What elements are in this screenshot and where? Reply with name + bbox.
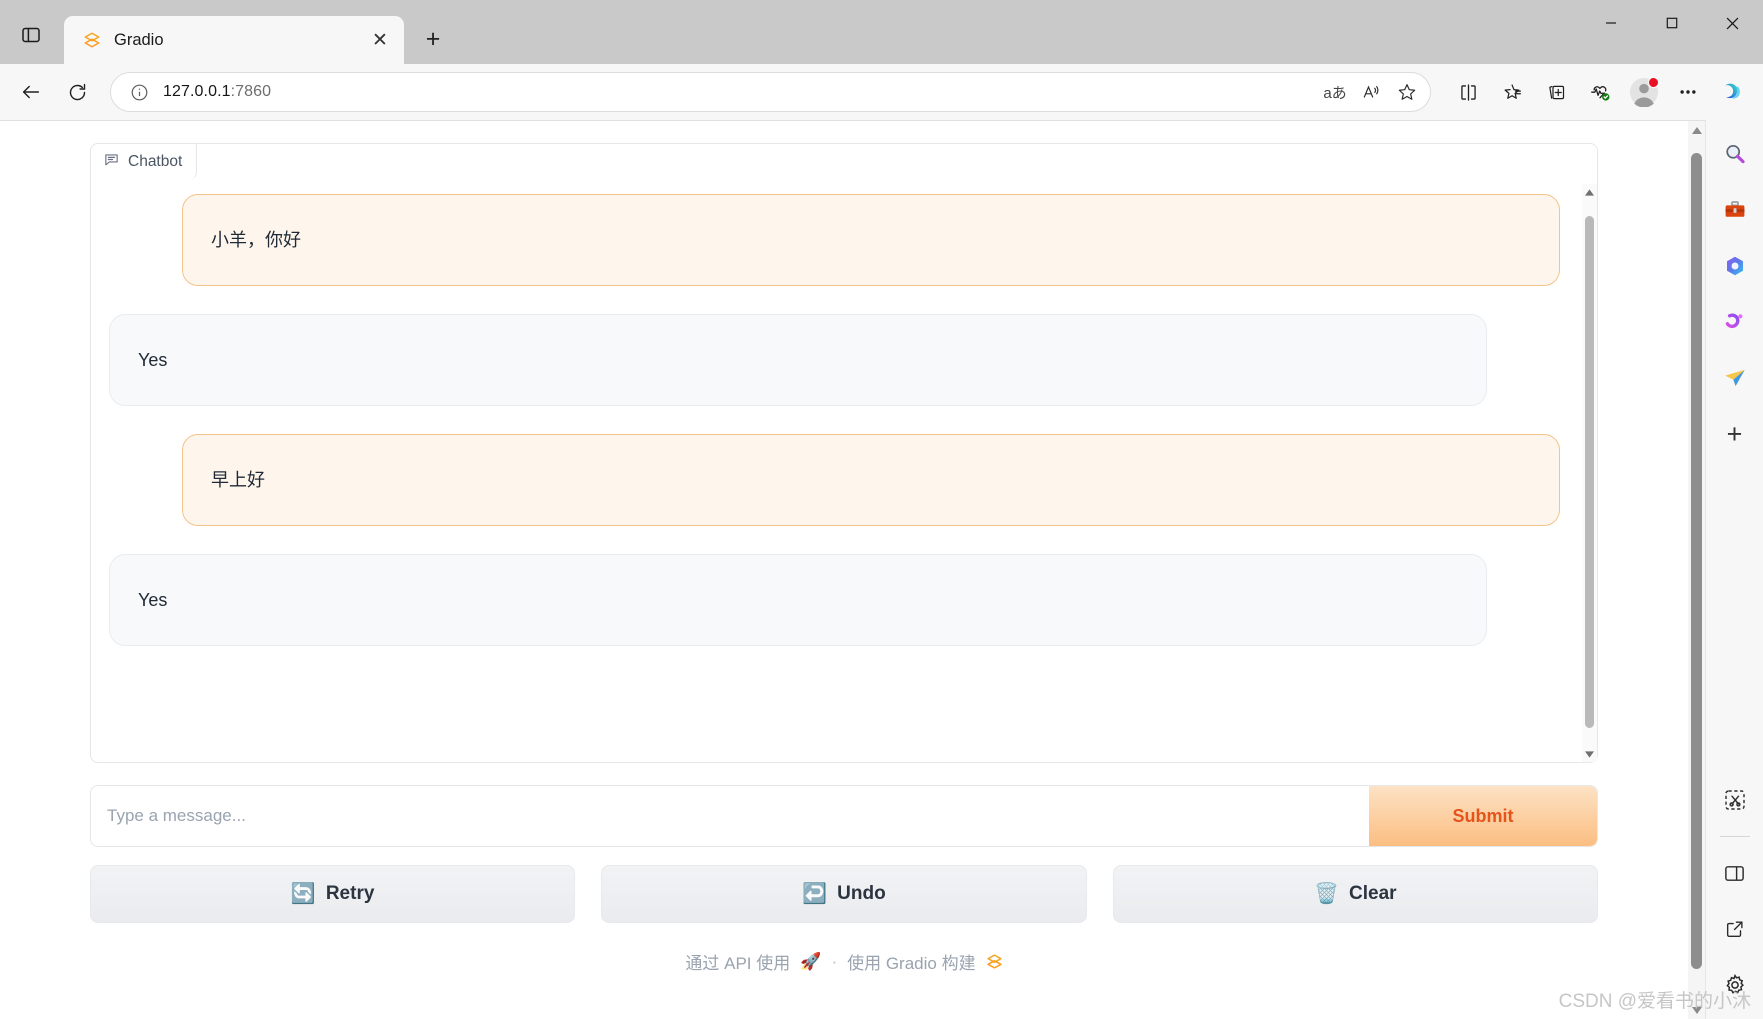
chat-message-row: 早上好	[109, 434, 1560, 526]
rail-divider	[1719, 836, 1750, 837]
edge-sidebar-rail: +	[1705, 120, 1763, 1019]
favorites-list-icon[interactable]	[1491, 71, 1533, 113]
retry-button[interactable]: 🔄 Retry	[90, 865, 576, 923]
rail-add-icon[interactable]: +	[1715, 414, 1755, 454]
window-minimize-button[interactable]	[1580, 0, 1641, 46]
chat-message-row: Yes	[109, 554, 1560, 646]
chatbot-scroll-up-arrow[interactable]	[1582, 184, 1597, 200]
browser-window: Gradio ✕ + 127.0.0.1:7860 aあ Chatbot 小羊，…	[0, 0, 1763, 1019]
chat-action-buttons: 🔄 Retry ↩️ Undo 🗑️ Clear	[90, 865, 1598, 923]
gradio-footer: 通过 API 使用 🚀 · 使用 Gradio 构建	[90, 949, 1598, 974]
profile-avatar[interactable]	[1623, 71, 1665, 113]
gradio-logo-icon	[986, 952, 1003, 972]
retry-button-label: Retry	[325, 883, 375, 904]
chatbot-scroll-down-arrow[interactable]	[1582, 746, 1597, 762]
tab-title: Gradio	[114, 30, 164, 49]
chatbot-label-text: Chatbot	[128, 153, 183, 170]
chat-message-list: 小羊，你好 Yes 早上好 Yes	[91, 184, 1582, 762]
read-aloud-icon[interactable]	[1354, 75, 1388, 109]
undo-button[interactable]: ↩️ Undo	[601, 865, 1087, 923]
rail-tools-icon[interactable]	[1715, 190, 1755, 230]
tab-strip: Gradio ✕ +	[0, 0, 1763, 64]
collections-icon[interactable]	[1535, 71, 1577, 113]
page-scrollbar[interactable]	[1688, 120, 1705, 1019]
browser-navigation-bar: 127.0.0.1:7860 aあ	[0, 64, 1763, 120]
chatbot-scrollbar[interactable]	[1582, 184, 1597, 762]
browser-tab-gradio[interactable]: Gradio ✕	[64, 16, 404, 64]
rail-games-icon[interactable]	[1715, 302, 1755, 342]
back-arrow-icon[interactable]	[10, 71, 52, 113]
page-scroll-up-arrow[interactable]	[1688, 121, 1705, 139]
address-bar-url[interactable]: 127.0.0.1:7860	[153, 83, 1318, 101]
rail-sidebar-toggle-icon[interactable]	[1715, 853, 1755, 893]
favorite-star-icon[interactable]	[1390, 75, 1424, 109]
split-screen-icon[interactable]	[1447, 71, 1489, 113]
page-area: Chatbot 小羊，你好 Yes 早上好 Yes Type a message…	[0, 120, 1763, 1019]
chatbot-panel: Chatbot 小羊，你好 Yes 早上好 Yes	[90, 143, 1598, 763]
chat-bubble-bot: Yes	[109, 314, 1487, 406]
new-tab-button[interactable]: +	[414, 20, 452, 58]
message-input[interactable]	[91, 786, 1369, 846]
tab-close-icon[interactable]: ✕	[366, 26, 394, 54]
undo-button-label: Undo	[837, 883, 886, 904]
use-via-api-link[interactable]: 通过 API 使用	[685, 949, 790, 974]
window-close-button[interactable]	[1702, 0, 1763, 46]
chat-bubble-icon	[103, 151, 120, 173]
page-scroll-thumb[interactable]	[1691, 153, 1702, 969]
url-host: 127.0.0.1	[163, 83, 231, 100]
page-scroll-track[interactable]	[1688, 139, 1705, 1001]
submit-button[interactable]: Submit	[1369, 786, 1597, 846]
clear-button[interactable]: 🗑️ Clear	[1112, 865, 1598, 923]
rail-settings-icon[interactable]	[1715, 965, 1755, 1005]
window-maximize-button[interactable]	[1641, 0, 1702, 46]
address-bar-actions: aあ	[1318, 75, 1424, 109]
undo-icon: ↩️	[802, 883, 828, 905]
chat-bubble-bot: Yes	[109, 554, 1487, 646]
built-with-gradio-link[interactable]: 使用 Gradio 构建	[847, 949, 975, 974]
chatbot-scroll-track[interactable]	[1582, 200, 1597, 746]
chat-bubble-user: 小羊，你好	[182, 194, 1560, 286]
browser-toolbar-right	[1443, 71, 1753, 113]
rail-search-icon[interactable]	[1715, 134, 1755, 174]
chat-message-row: 小羊，你好	[109, 194, 1560, 286]
gradio-app: Chatbot 小羊，你好 Yes 早上好 Yes Type a message…	[0, 121, 1688, 1019]
profile-notification-dot	[1648, 77, 1659, 88]
tab-sidebar-icon[interactable]	[8, 12, 54, 58]
browser-essentials-icon[interactable]	[1579, 71, 1621, 113]
window-controls	[1580, 0, 1763, 46]
page-scroll-down-arrow[interactable]	[1688, 1001, 1705, 1019]
rail-screenshot-icon[interactable]	[1715, 780, 1755, 820]
chat-scroll-area: 小羊，你好 Yes 早上好 Yes	[91, 184, 1597, 762]
rail-outlook-icon[interactable]	[1715, 358, 1755, 398]
chatbot-label: Chatbot	[90, 143, 198, 180]
refresh-icon[interactable]	[56, 71, 98, 113]
chat-message-row: Yes	[109, 314, 1560, 406]
page-viewport: Chatbot 小羊，你好 Yes 早上好 Yes Type a message…	[0, 120, 1688, 1019]
gradio-logo-icon	[82, 30, 102, 50]
address-bar[interactable]: 127.0.0.1:7860 aあ	[110, 72, 1431, 112]
message-input-row: Submit	[90, 785, 1598, 847]
footer-separator: ·	[831, 951, 838, 971]
settings-and-more-icon[interactable]	[1667, 71, 1709, 113]
rail-open-external-icon[interactable]	[1715, 909, 1755, 949]
info-circle-icon[interactable]	[125, 78, 153, 106]
chat-bubble-user: 早上好	[182, 434, 1560, 526]
chatbot-scroll-thumb[interactable]	[1585, 216, 1594, 728]
rail-office-icon[interactable]	[1715, 246, 1755, 286]
clear-button-label: Clear	[1349, 883, 1397, 904]
url-port: :7860	[230, 83, 272, 100]
clear-icon: 🗑️	[1314, 883, 1339, 905]
translate-icon[interactable]: aあ	[1318, 75, 1352, 109]
rocket-icon: 🚀	[800, 951, 822, 971]
copilot-icon[interactable]	[1711, 71, 1753, 113]
retry-icon: 🔄	[290, 883, 316, 905]
